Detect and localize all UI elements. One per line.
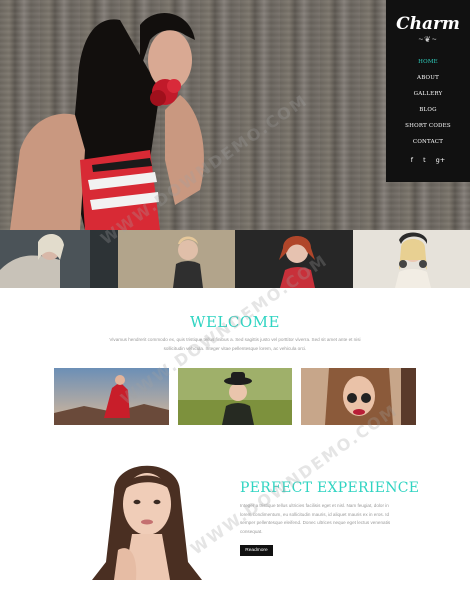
nav-item-gallery[interactable]: GALLERY	[386, 86, 470, 102]
gallery-photo-2-image	[177, 368, 293, 425]
strip-photo-3-image	[235, 230, 353, 288]
strip-photo-3[interactable]	[235, 230, 353, 288]
gallery-photo-3[interactable]	[301, 368, 417, 425]
gallery-photo-1-image	[54, 368, 169, 425]
nav-item-blog[interactable]: BLOG	[386, 102, 470, 118]
strip-photo-4-image	[352, 230, 470, 288]
main-navigation: Charm ~❦~ HOME ABOUT GALLERY BLOG SHORT …	[386, 0, 470, 182]
strip-photo-2-image	[117, 230, 235, 288]
site-logo[interactable]: Charm	[386, 14, 470, 34]
feature-gallery	[54, 368, 417, 425]
experience-heading: PERFECT EXPERIENCE	[240, 480, 420, 496]
social-links: f t g+	[386, 156, 470, 164]
experience-portrait	[74, 452, 220, 580]
gallery-photo-2[interactable]	[177, 368, 293, 425]
gallery-photo-3-image	[301, 368, 417, 425]
nav-menu: HOME ABOUT GALLERY BLOG SHORT CODES CONT…	[386, 54, 470, 150]
gallery-photo-1[interactable]	[54, 368, 169, 425]
readmore-button[interactable]: Readmore	[240, 545, 273, 556]
nav-item-short-codes[interactable]: SHORT CODES	[386, 118, 470, 134]
twitter-icon[interactable]: t	[423, 156, 426, 164]
google-plus-icon[interactable]: g+	[436, 156, 446, 164]
experience-portrait-image	[74, 452, 220, 580]
nav-item-contact[interactable]: CONTACT	[386, 134, 470, 150]
photo-strip	[0, 230, 470, 288]
strip-photo-4[interactable]	[352, 230, 470, 288]
facebook-icon[interactable]: f	[411, 156, 413, 164]
strip-photo-1-image	[0, 230, 118, 288]
welcome-heading: WELCOME	[190, 313, 280, 331]
strip-photo-1[interactable]	[0, 230, 118, 288]
strip-photo-2[interactable]	[117, 230, 235, 288]
hero-photo	[10, 13, 204, 230]
logo-flourish: ~❦~	[418, 35, 438, 44]
nav-item-home[interactable]: HOME	[386, 54, 470, 70]
experience-text: Integer a tristique tellus ultricies fac…	[240, 503, 391, 534]
welcome-text: Vivamus hendrerit commodo ex, quis trist…	[109, 337, 361, 351]
hero-banner: Charm ~❦~ HOME ABOUT GALLERY BLOG SHORT …	[0, 0, 470, 230]
nav-item-about[interactable]: ABOUT	[386, 70, 470, 86]
